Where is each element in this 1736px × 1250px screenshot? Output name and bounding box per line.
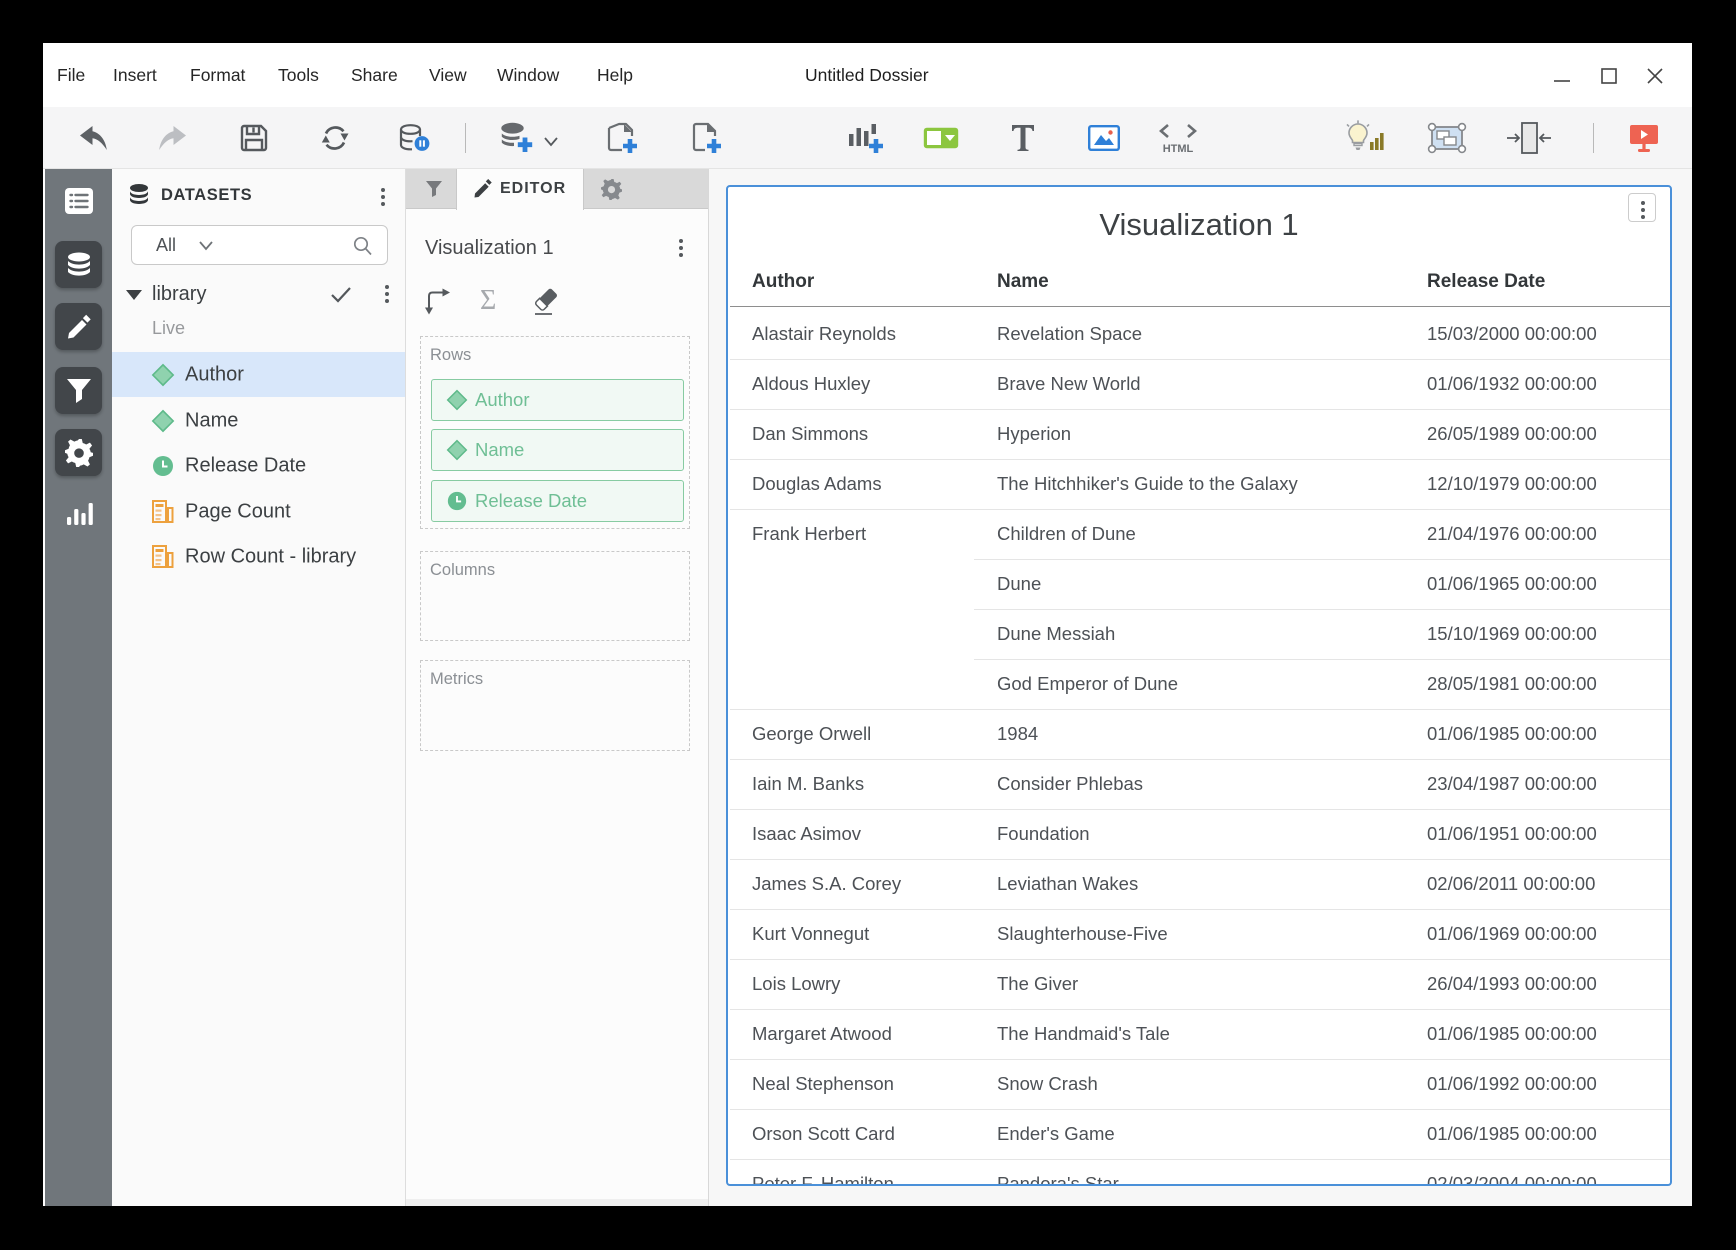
svg-text:HTML: HTML (1163, 143, 1194, 155)
